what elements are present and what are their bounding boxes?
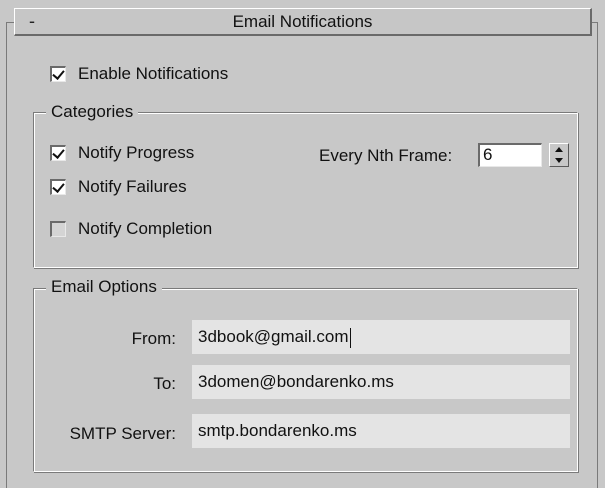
email-notifications-panel: - Email Notifications Enable Notificatio… [0, 0, 605, 488]
every-nth-frame-label: Every Nth Frame: [319, 146, 453, 165]
text-caret [349, 327, 351, 348]
enable-notifications-checkbox[interactable] [50, 66, 66, 82]
rollout-left-border [6, 22, 14, 488]
notify-failures-checkbox[interactable] [50, 179, 66, 195]
from-value: 3dbook@gmail.com [198, 327, 349, 346]
from-label: From: [131, 329, 176, 348]
notify-failures-checkbox-row[interactable]: Notify Failures [50, 175, 187, 199]
smtp-server-input[interactable]: smtp.bondarenko.ms [192, 414, 570, 448]
spinner-down-arrow-icon[interactable] [550, 155, 568, 166]
enable-notifications-label: Enable Notifications [78, 64, 229, 83]
notify-failures-label: Notify Failures [78, 177, 187, 196]
notify-progress-checkbox[interactable] [50, 145, 66, 161]
every-nth-frame-input[interactable]: 6 [478, 143, 542, 167]
categories-legend: Categories [46, 102, 139, 122]
rollout-header[interactable]: - Email Notifications [14, 8, 592, 36]
to-input[interactable]: 3domen@bondarenko.ms [192, 365, 570, 399]
from-input[interactable]: 3dbook@gmail.com [192, 320, 570, 354]
notify-completion-checkbox[interactable] [50, 221, 66, 237]
notify-progress-label: Notify Progress [78, 143, 195, 162]
every-nth-frame-spinner[interactable] [549, 143, 569, 167]
notify-completion-checkbox-row[interactable]: Notify Completion [50, 217, 212, 241]
smtp-server-label: SMTP Server: [69, 424, 176, 443]
enable-notifications-checkbox-row[interactable]: Enable Notifications [50, 62, 228, 86]
rollout-right-border [590, 22, 598, 488]
to-label: To: [153, 374, 176, 393]
notify-progress-checkbox-row[interactable]: Notify Progress [50, 141, 194, 165]
notify-completion-label: Notify Completion [78, 219, 213, 238]
rollout-title: Email Notifications [232, 12, 373, 31]
email-options-legend: Email Options [46, 277, 162, 297]
spinner-up-arrow-icon[interactable] [550, 144, 568, 155]
